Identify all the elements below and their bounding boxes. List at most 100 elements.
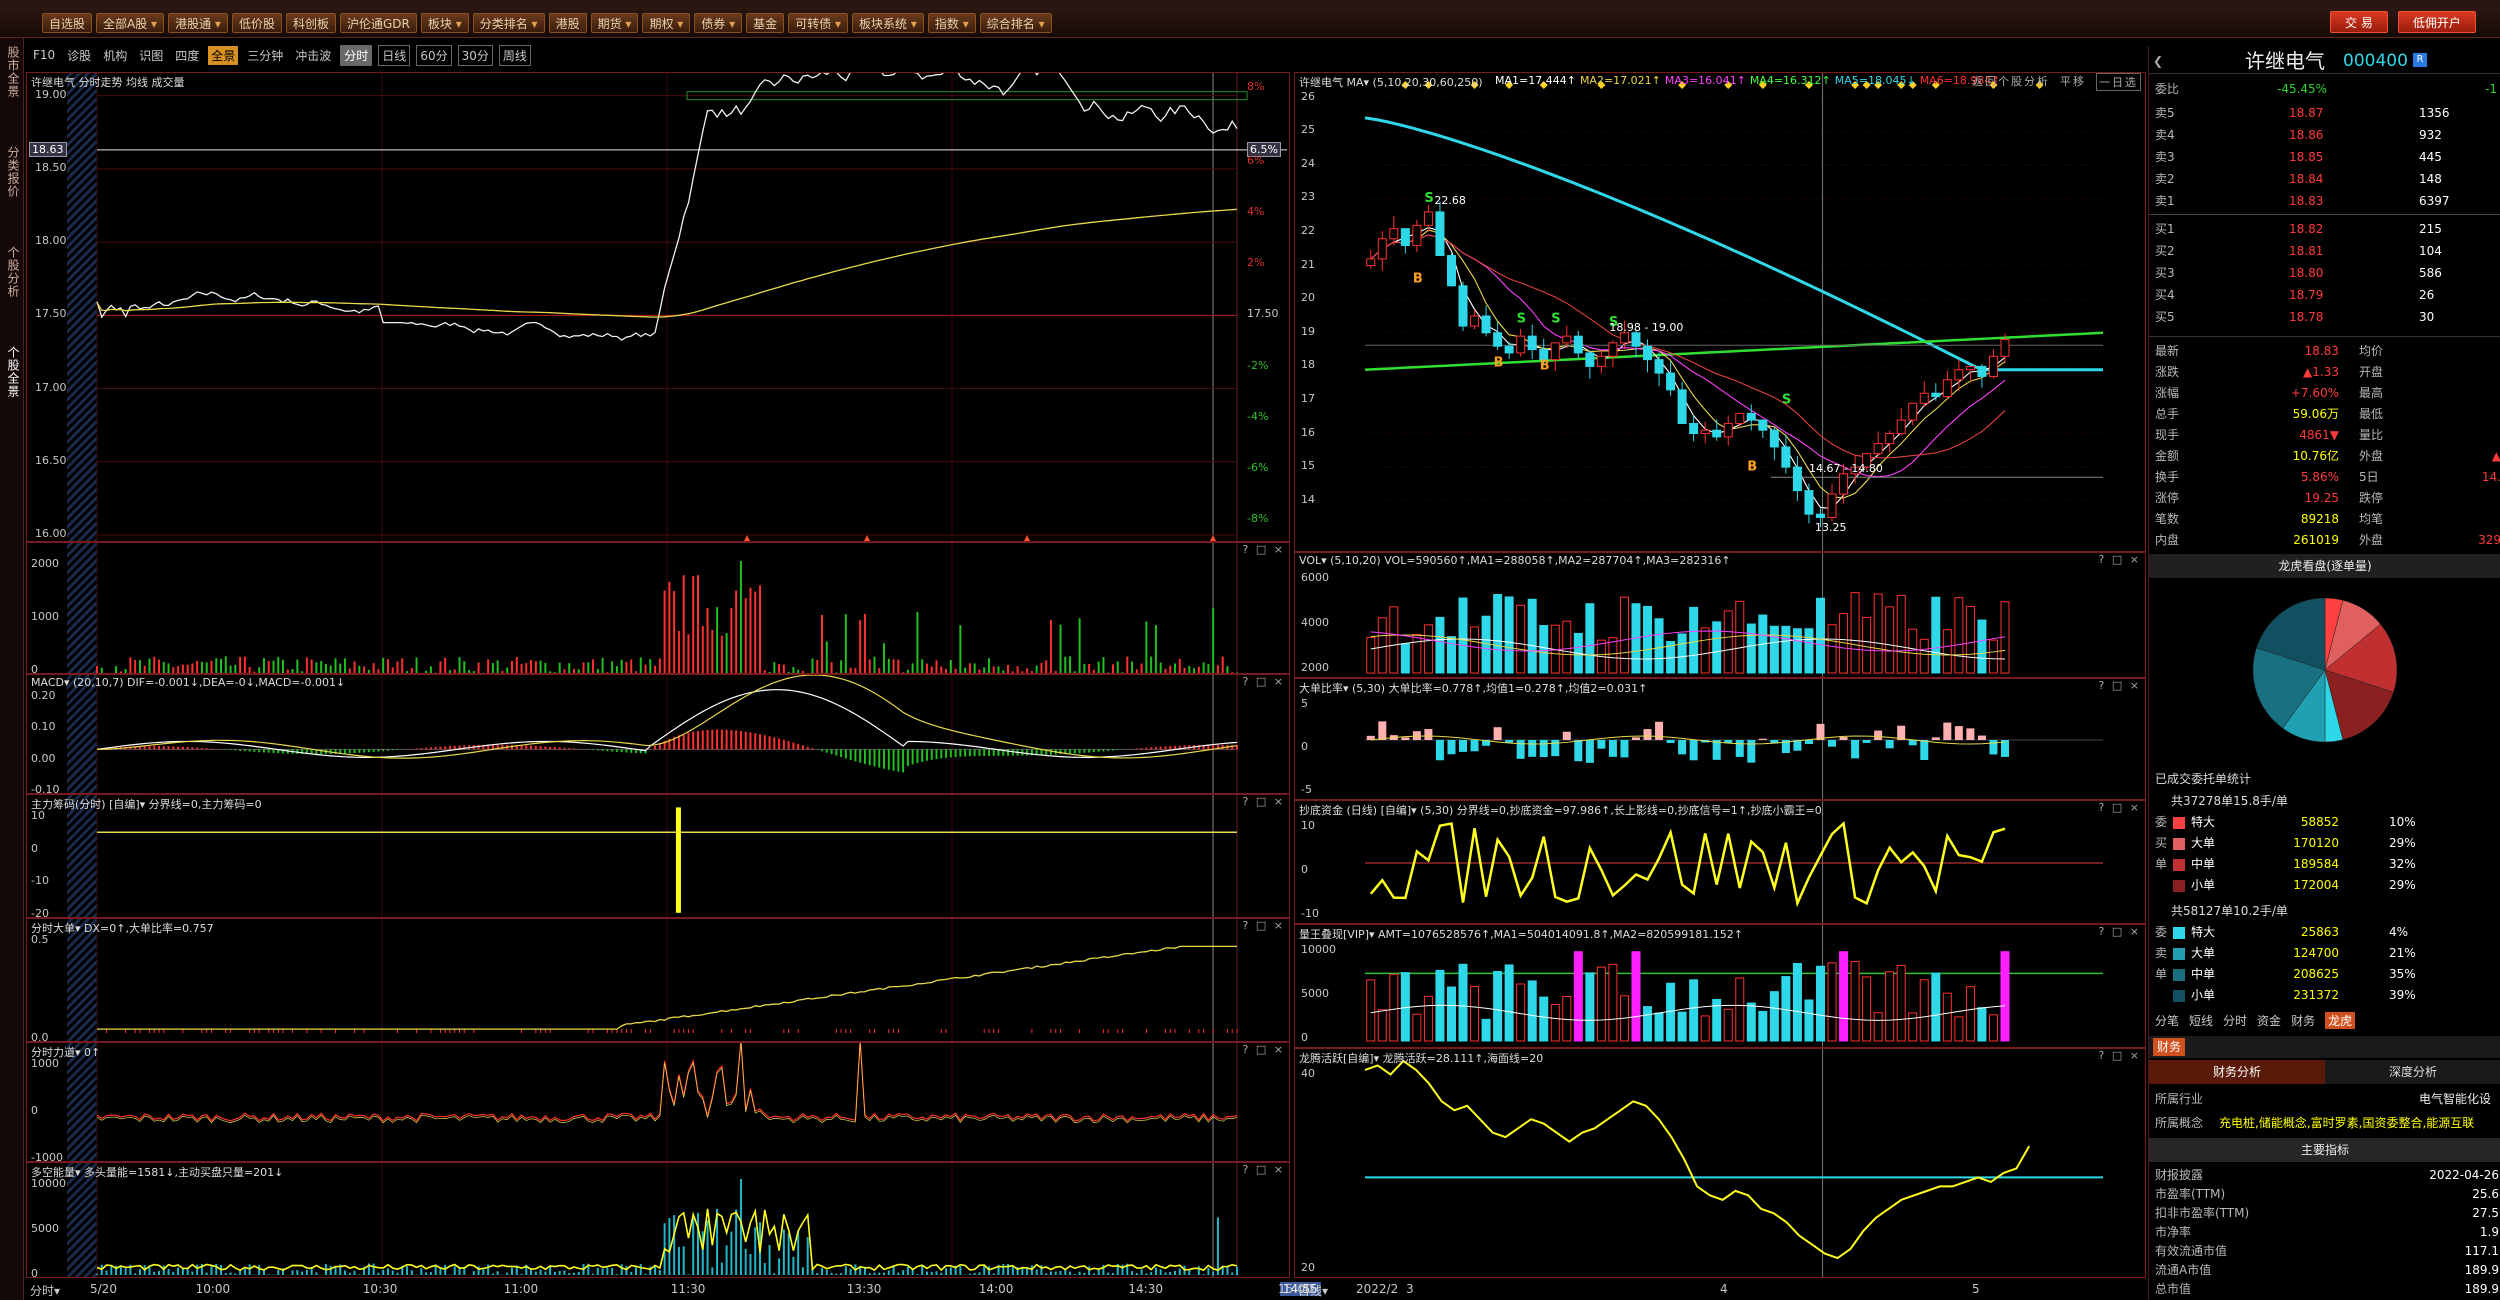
industry-label: 所属行业: [2155, 1092, 2204, 1106]
liangwang-bar: [1562, 995, 1572, 1042]
candle-body: [1769, 429, 1779, 448]
toolbar-item[interactable]: 基金: [746, 12, 785, 33]
candle-body: [1504, 345, 1514, 354]
fin-value: 189.9: [2464, 1282, 2499, 1296]
daily-panel-chaodi: 抄底资金 (日线) [自编]▾ (5,30) 分界线=0,抄底资金=97.986…: [1294, 800, 2146, 924]
deal-type: 小单: [2191, 988, 2216, 1002]
subbar-item[interactable]: 分时: [340, 44, 373, 66]
panel-controls[interactable]: ? □ ×: [1243, 543, 1285, 556]
kline-control[interactable]: 返回个股分析: [1972, 73, 2050, 91]
panel-chart: [67, 73, 1287, 541]
trade-button[interactable]: 交 易: [2330, 11, 2388, 33]
stat-label: 总手: [2155, 407, 2180, 421]
rail-item-category[interactable]: 分类报价: [2, 146, 20, 198]
subbar-item[interactable]: 30分: [457, 44, 493, 66]
toolbar-item[interactable]: 综合排名: [979, 12, 1052, 33]
ddbl-bar: [1608, 740, 1617, 757]
stat-label: 金额: [2155, 449, 2180, 463]
quote-tab[interactable]: 分时: [2223, 1012, 2247, 1029]
ma-value: MA3=16.041↑: [1664, 74, 1746, 87]
toolbar-item[interactable]: 低价股: [231, 12, 282, 33]
panel-controls[interactable]: ? □ ×: [1243, 919, 1285, 932]
toolbar-item[interactable]: 可转债: [788, 12, 849, 33]
daily-period-switch[interactable]: 日线▾: [1298, 1282, 1328, 1299]
toolbar-item[interactable]: 板块系统: [852, 12, 924, 33]
x-tick: 14:30: [1128, 1282, 1163, 1296]
panel-controls[interactable]: ? □ ×: [1243, 795, 1285, 808]
quote-tab[interactable]: 资金: [2257, 1012, 2281, 1029]
candle-body: [1643, 345, 1653, 361]
panel-controls[interactable]: ? □ ×: [1243, 1043, 1285, 1056]
vol-bar: [1446, 636, 1456, 674]
quote-tab[interactable]: 龙虎: [2325, 1011, 2356, 1029]
bid-volume: 26: [2419, 288, 2435, 302]
toolbar-item[interactable]: 分类排名: [472, 12, 545, 33]
toolbar-item[interactable]: 期权: [642, 12, 691, 33]
toolbar-item[interactable]: 指数: [927, 12, 976, 33]
intraday-period-switch[interactable]: 分时▾: [30, 1282, 60, 1299]
candle-body: [1885, 433, 1895, 445]
rail-label: 个股全景: [6, 346, 20, 398]
panel-title: MACD▾ (20,10,7) DIF=-0.001↓,DEA=-0↓,MACD…: [31, 676, 346, 689]
x-tick: 10:30: [362, 1282, 398, 1296]
subbar-item[interactable]: F10: [30, 47, 58, 63]
vol-bar: [1377, 617, 1387, 674]
quote-tab[interactable]: 财务: [2291, 1012, 2315, 1029]
fin-analysis-tab[interactable]: 财务分析: [2149, 1060, 2325, 1084]
rail-item-stock-panorama[interactable]: 个股全景: [2, 346, 20, 398]
quote-tab[interactable]: 短线: [2189, 1012, 2213, 1029]
subbar-item[interactable]: 日线: [378, 44, 411, 66]
candle-body: [1919, 392, 1929, 404]
subbar-item[interactable]: 机构: [100, 46, 130, 65]
candle-body: [1585, 352, 1595, 367]
toolbar-item[interactable]: 沪伦通GDR: [339, 12, 417, 33]
panel-controls[interactable]: ? □ ×: [2099, 801, 2141, 814]
panel-controls[interactable]: ? □ ×: [2099, 1049, 2141, 1062]
pct-axis-label: 17.50: [1247, 307, 1279, 321]
rail-item-stock-analysis[interactable]: 个股分析: [2, 246, 20, 298]
deal-swatch: [2173, 969, 2185, 981]
deal-swatch: [2173, 990, 2185, 1002]
toolbar-item[interactable]: 板块: [420, 12, 469, 33]
toolbar-item[interactable]: 全部A股: [96, 12, 165, 33]
kline-control[interactable]: 平移: [2060, 73, 2086, 91]
subbar-item[interactable]: 诊股: [64, 46, 94, 65]
intraday-panel-zhuli: 主力筹码(分时) [自编]▾ 分界线=0,主力筹码=0? □ × 10 0 -10 -2…: [26, 794, 1290, 918]
toolbar-item[interactable]: 港股通: [168, 12, 228, 33]
quote-tab[interactable]: 分笔: [2155, 1012, 2179, 1029]
subbar-item[interactable]: 四度: [172, 46, 202, 65]
subbar-item[interactable]: 60分: [416, 44, 452, 66]
deal-volume: 189584: [2293, 857, 2339, 871]
toolbar-item[interactable]: 科创板: [285, 12, 336, 33]
panel-controls[interactable]: ? □ ×: [1243, 1163, 1285, 1176]
fin-tab[interactable]: 财务: [2153, 1038, 2186, 1056]
toolbar-item[interactable]: 自选股: [42, 12, 93, 33]
liangwang-bar: [1700, 1015, 1710, 1042]
open-account-button[interactable]: 低佣开户: [2397, 11, 2476, 33]
intraday-area: 19.00 18.63 18.50 18.00 17.50 17.00 16.50 16.00…: [26, 72, 1290, 1278]
toolbar-item[interactable]: 债券: [694, 12, 743, 33]
liangwang-bar: [1689, 979, 1699, 1042]
subbar-item[interactable]: 三分钟: [244, 46, 286, 65]
panel-controls[interactable]: ? □ ×: [2099, 679, 2141, 692]
panel-controls[interactable]: ? □ ×: [1243, 675, 1285, 688]
vol-bar: [1435, 616, 1445, 674]
subbar-item[interactable]: 周线: [498, 44, 531, 66]
panel-controls[interactable]: ? □ ×: [2099, 925, 2141, 938]
kline-control[interactable]: 一日选: [2096, 73, 2141, 91]
daily-x-axis: 2022/2 3 4 5: [1296, 1280, 2144, 1298]
subbar-item[interactable]: 冲击波: [292, 46, 334, 65]
rail-item-market[interactable]: 股市全景: [2, 46, 20, 98]
toolbar-item[interactable]: 港股: [548, 12, 587, 33]
toolbar-item[interactable]: 期货: [590, 12, 639, 33]
annot-min: 13.25: [1814, 520, 1847, 534]
y-label: 0.00: [31, 751, 56, 765]
r-badge-icon[interactable]: R: [2413, 53, 2427, 67]
subbar-item[interactable]: 全景: [208, 45, 239, 65]
panel-controls[interactable]: ? □ ×: [2099, 553, 2141, 566]
bid-label: 买1: [2155, 222, 2175, 236]
back-icon[interactable]: ❮: [2153, 48, 2163, 74]
subbar-item[interactable]: 识图: [136, 46, 166, 65]
bs-marker: B: [1494, 355, 1504, 370]
deep-analysis-tab[interactable]: 深度分析: [2325, 1060, 2500, 1084]
